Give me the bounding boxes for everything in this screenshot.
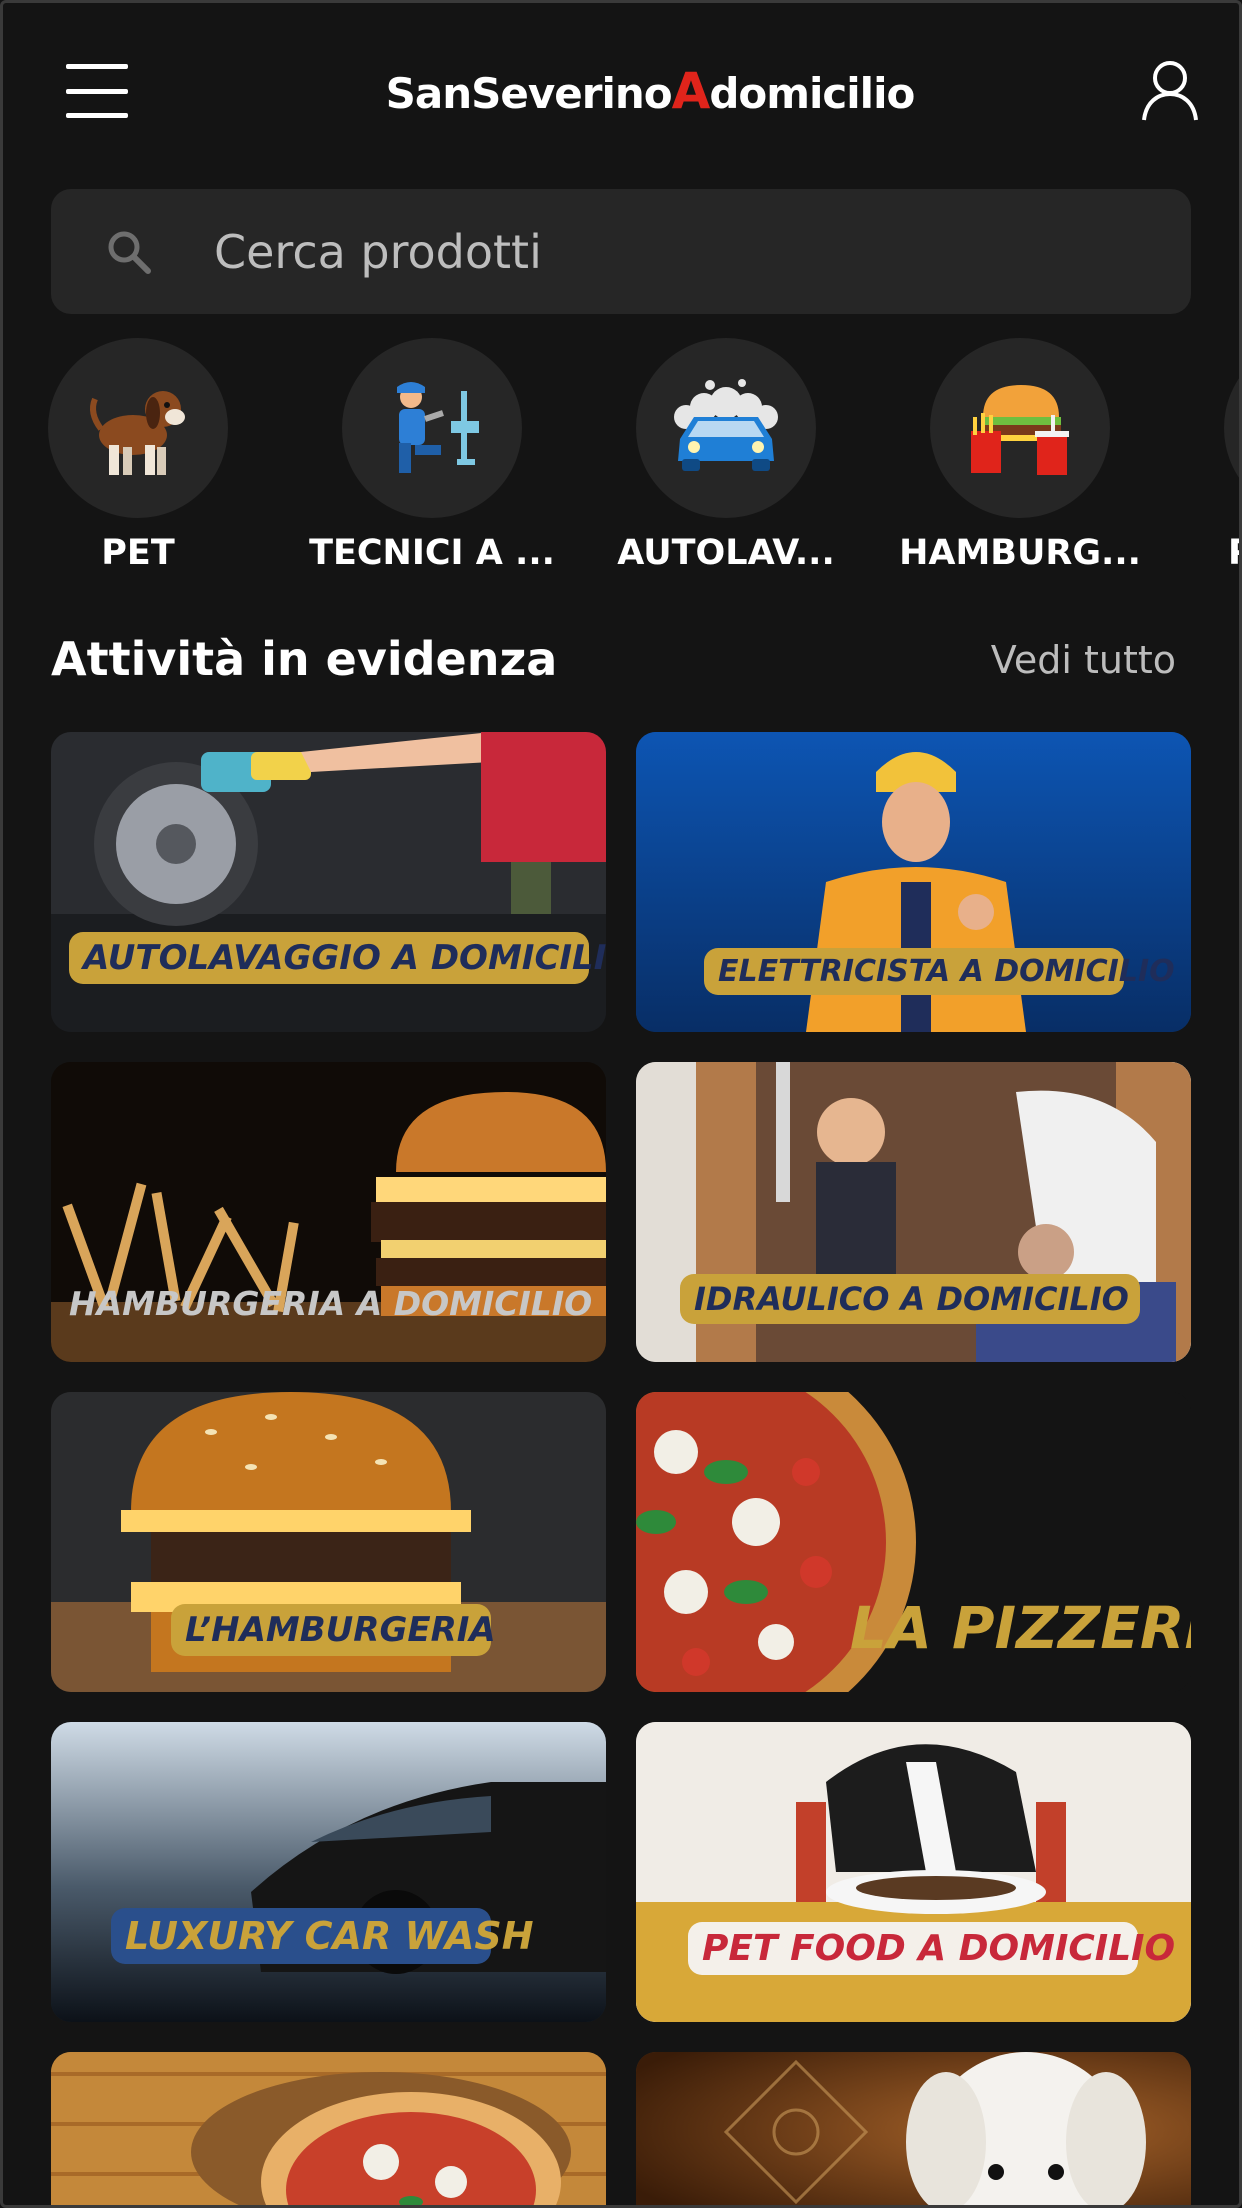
pizza-board-photo — [51, 2052, 606, 2208]
app-logo[interactable]: SanSeverinoAdomicilio — [360, 62, 940, 122]
search-bar[interactable] — [51, 189, 1191, 314]
app-header: SanSeverinoAdomicilio — [0, 0, 1242, 185]
luxury-car-photo — [51, 1722, 606, 2022]
category-autolavaggio[interactable]: AUTOLAV... — [596, 338, 856, 588]
card-banner: L’HAMBURGERIA — [171, 1604, 496, 1656]
card-banner: IDRAULICO A DOMICILIO — [680, 1274, 1140, 1324]
white-dog-photo — [636, 2052, 1191, 2208]
business-card-autolavaggio[interactable]: AUTOLAVAGGIO A DOMICILIO — [51, 732, 606, 1032]
card-banner: LUXURY CAR WASH — [111, 1908, 534, 1964]
card-banner: HAMBURGERIA A DOMICILIO — [69, 1284, 593, 1323]
featured-title: Attività in evidenza — [51, 632, 558, 686]
technician-icon — [342, 338, 522, 518]
car-wash-icon — [636, 338, 816, 518]
category-pet[interactable]: PET — [8, 338, 268, 588]
category-tecnici[interactable]: TECNICI A ... — [302, 338, 562, 588]
business-card-luxury-car-wash[interactable]: LUXURY CAR WASH — [51, 1722, 606, 2022]
menu-icon[interactable] — [66, 64, 128, 118]
category-partial[interactable]: P — [1184, 338, 1242, 588]
business-card-idraulico[interactable]: IDRAULICO A DOMICILIO — [636, 1062, 1191, 1362]
search-icon — [104, 227, 156, 279]
category-hamburgeria[interactable]: HAMBURG... — [890, 338, 1150, 588]
search-input[interactable] — [214, 209, 1154, 294]
car-wash-photo — [51, 732, 606, 1032]
category-label: TECNICI A ... — [309, 533, 555, 573]
card-banner: LA PIZZERIA — [850, 1594, 1191, 1662]
business-card-lhamburgeria[interactable]: L’HAMBURGERIA — [51, 1392, 606, 1692]
burger-icon — [930, 338, 1110, 518]
see-all-link[interactable]: Vedi tutto — [991, 638, 1176, 682]
category-icon — [1224, 338, 1242, 518]
card-banner: ELETTRICISTA A DOMICILIO — [704, 948, 1175, 995]
category-label: AUTOLAV... — [617, 533, 835, 573]
category-carousel[interactable]: PET TECNICI A ... AUTOLAV... HAMBURG... … — [0, 338, 1242, 588]
user-account-icon[interactable] — [1140, 58, 1200, 122]
category-label: PET — [101, 533, 175, 573]
dog-eating-photo — [636, 1722, 1191, 2022]
business-card-elettricista[interactable]: ELETTRICISTA A DOMICILIO — [636, 732, 1191, 1032]
business-card-pet-food[interactable]: PET FOOD A DOMICILIO — [636, 1722, 1191, 2022]
logo-text-part2: A — [671, 62, 711, 120]
category-label: HAMBURG... — [899, 533, 1141, 573]
category-label: P — [1228, 533, 1242, 573]
business-card-pizza-2[interactable] — [51, 2052, 606, 2208]
business-card-la-pizzeria[interactable]: LA PIZZERIA — [636, 1392, 1191, 1692]
logo-text-part1: SanSeverino — [385, 69, 673, 118]
business-card-hamburgeria-domicilio[interactable]: HAMBURGERIA A DOMICILIO — [51, 1062, 606, 1362]
card-banner: AUTOLAVAGGIO A DOMICILIO — [69, 932, 606, 984]
card-banner: PET FOOD A DOMICILIO — [688, 1922, 1175, 1975]
logo-text-part3: domicilio — [709, 69, 915, 118]
dog-icon — [48, 338, 228, 518]
business-card-dog[interactable] — [636, 2052, 1191, 2208]
